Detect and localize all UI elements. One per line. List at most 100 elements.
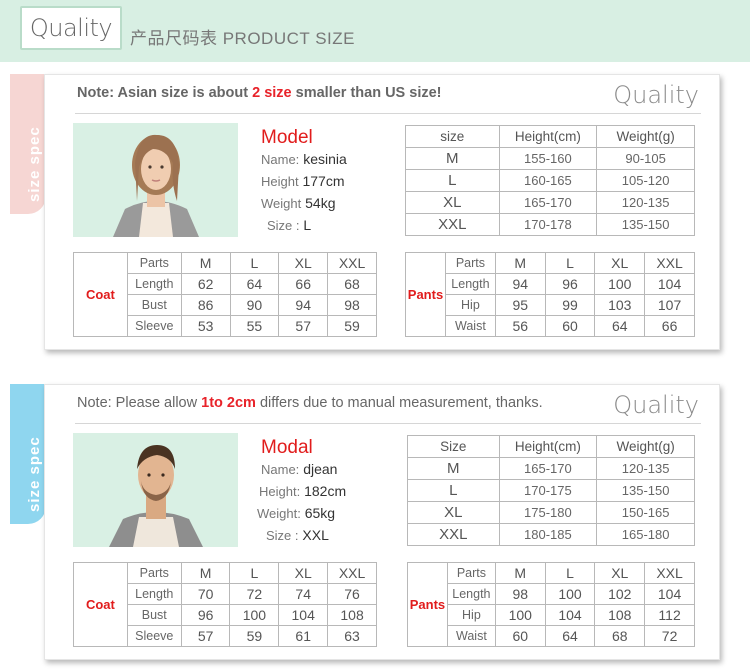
- note-prefix: Note: Please allow: [77, 395, 202, 411]
- table-header: Weight(g): [596, 125, 695, 148]
- quality-watermark: Quality: [613, 81, 699, 109]
- divider: [75, 113, 701, 114]
- table-cell: 98: [327, 294, 377, 316]
- table-header-row: Pants Parts M L XL XXL: [407, 562, 695, 647]
- table-cell: 64: [544, 625, 596, 647]
- size-table: size Height(cm) Weight(g) M 155-160 90-105…: [405, 125, 695, 236]
- table-cell: 64: [229, 273, 280, 295]
- table-cell: 96: [180, 604, 231, 626]
- table-cell: M: [407, 457, 500, 480]
- table-cell: 96: [544, 273, 596, 295]
- table-cell: 180-185: [498, 523, 598, 546]
- table-cell: 100: [544, 583, 596, 605]
- table-header: M: [494, 252, 546, 274]
- table-row: XL 175-180 150-165: [407, 501, 695, 524]
- model-size-row: Size : XXL: [266, 527, 329, 543]
- table-cell: Waist: [446, 625, 496, 647]
- table-cell: 68: [594, 625, 646, 647]
- table-header: L: [229, 562, 280, 584]
- size-note: Note: Please allow 1to 2cm differs due t…: [77, 395, 543, 411]
- size-spec-tab: size spec: [10, 384, 46, 524]
- table-cell: Sleeve: [126, 625, 182, 647]
- size-label: Size :: [267, 218, 300, 233]
- table-cell: Sleeve: [126, 315, 182, 337]
- model-photo: [73, 433, 238, 547]
- size-label: Size :: [266, 528, 299, 543]
- table-cell: 98: [494, 583, 546, 605]
- table-cell: 62: [180, 273, 231, 295]
- model-title: Model: [261, 127, 313, 148]
- table-cell: M: [405, 147, 500, 170]
- table-cell: 100: [594, 273, 646, 295]
- table-header: XL: [594, 562, 646, 584]
- table-header: M: [494, 562, 546, 584]
- table-row: XXL 170-178 135-150: [405, 213, 695, 236]
- size-spec-section-men: size spec Note: Please allow 1to 2cm dif…: [0, 384, 750, 669]
- table-cell: 94: [278, 294, 329, 316]
- table-header: M: [180, 252, 231, 274]
- table-cell: 90: [229, 294, 280, 316]
- model-size-row: Size : L: [267, 217, 311, 233]
- table-cell: 165-180: [596, 523, 695, 546]
- table-cell: 57: [180, 625, 231, 647]
- table-row: Length 94 96 100 104: [406, 273, 695, 295]
- model-height: 177cm: [302, 173, 345, 189]
- table-cell: 66: [278, 273, 329, 295]
- table-cell: XL: [405, 191, 500, 214]
- model-size: L: [303, 217, 312, 233]
- table-row: Hip 100 104 108 112: [408, 604, 695, 626]
- coat-label: Coat: [73, 562, 128, 647]
- table-cell: 107: [644, 294, 695, 316]
- table-cell: 95: [494, 294, 546, 316]
- model-photo-image: [73, 123, 238, 237]
- model-photo: [73, 123, 238, 237]
- model-weight-row: Weight 54kg: [261, 195, 335, 211]
- table-cell: 104: [644, 273, 695, 295]
- table-cell: 66: [644, 315, 695, 337]
- size-spec-card: Note: Asian size is about 2 size smaller…: [44, 74, 720, 350]
- quality-logo-tab: Quality: [20, 6, 122, 50]
- weight-label: Weight:: [257, 506, 301, 521]
- table-cell: 112: [644, 604, 695, 626]
- table-cell: 104: [644, 583, 695, 605]
- model-weight: 54kg: [305, 195, 336, 211]
- table-cell: Length: [444, 273, 496, 295]
- table-cell: 160-165: [498, 169, 598, 192]
- table-cell: 170-175: [498, 479, 598, 502]
- table-header-row: size Height(cm) Weight(g): [405, 125, 695, 148]
- pants-label: Pants: [405, 252, 446, 337]
- table-cell: 99: [544, 294, 596, 316]
- pants-label: Pants: [407, 562, 448, 647]
- table-cell: Length: [126, 583, 182, 605]
- weight-label: Weight: [261, 196, 302, 211]
- table-row: Waist 60 64 68 72: [408, 625, 695, 647]
- table-cell: 108: [327, 604, 377, 626]
- table-header: XXL: [644, 562, 695, 584]
- table-header: XL: [278, 252, 329, 274]
- table-header: Parts: [126, 562, 182, 584]
- size-spec-label: size spec: [26, 126, 43, 202]
- table-cell: 57: [278, 315, 329, 337]
- table-cell: 105-120: [596, 169, 695, 192]
- model-name-row: Name: kesinia: [261, 151, 347, 167]
- table-cell: 100: [229, 604, 280, 626]
- size-spec-label: size spec: [26, 436, 43, 512]
- size-table: Size Height(cm) Weight(g) M 165-170 120-13…: [407, 435, 695, 546]
- coat-table: Coat Parts M L XL XXL Length 62 64 66 68 Bus…: [73, 252, 377, 337]
- model-weight-row: Weight: 65kg: [257, 505, 335, 521]
- pants-table: Pants Parts M L XL XXL Length 94 96 100 104 …: [405, 252, 695, 337]
- table-cell: 103: [594, 294, 646, 316]
- quality-watermark: Quality: [613, 391, 699, 419]
- table-header: XL: [278, 562, 329, 584]
- table-cell: 165-170: [498, 191, 598, 214]
- table-header: M: [180, 562, 231, 584]
- model-title: Modal: [261, 437, 313, 458]
- model-height-row: Height 177cm: [261, 173, 345, 189]
- table-cell: 63: [327, 625, 377, 647]
- note-prefix: Note: Asian size is about: [77, 85, 253, 101]
- table-cell: 76: [327, 583, 377, 605]
- table-header: XL: [594, 252, 646, 274]
- table-cell: 104: [278, 604, 329, 626]
- table-cell: 135-150: [596, 479, 695, 502]
- table-cell: L: [407, 479, 500, 502]
